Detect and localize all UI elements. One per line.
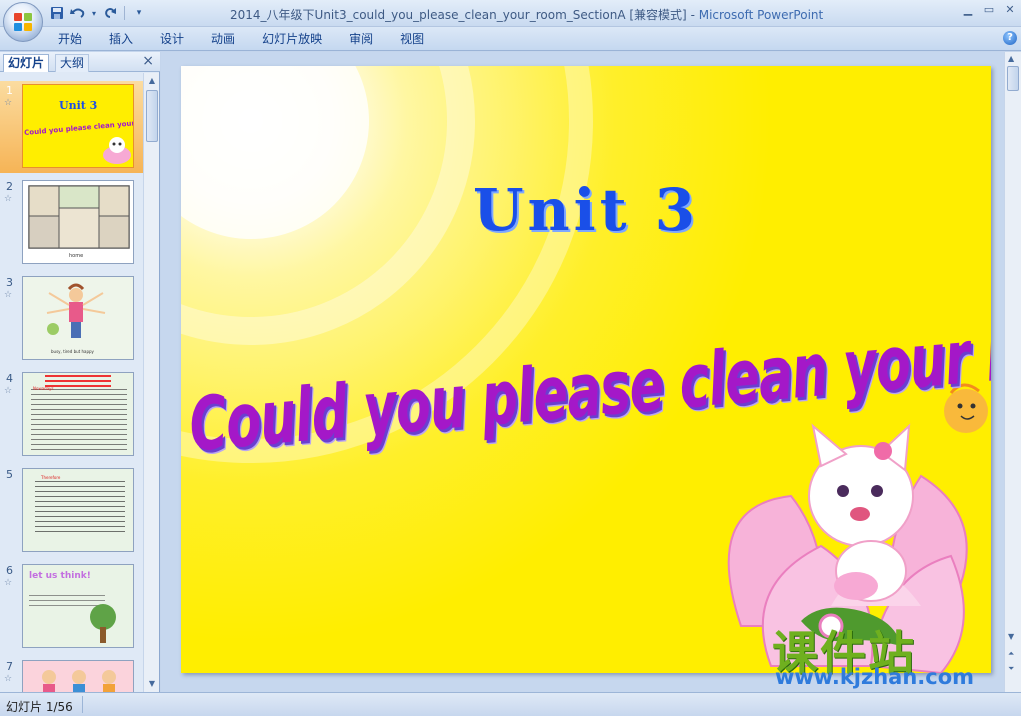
slide-thumbnail[interactable]: 2 ☆ home (0, 177, 143, 269)
slide-subtitle-box[interactable]: Could you please clean your room? (181, 299, 991, 504)
slide-number: 6 (6, 564, 13, 577)
slide-thumbnail[interactable]: 6 ☆ let us think! (0, 561, 143, 653)
thumb-text-lines (35, 481, 125, 533)
thumb-heading-word: let us think! (29, 571, 91, 581)
slide-title[interactable]: Unit 3 (361, 176, 811, 244)
minimize-icon[interactable]: ▁ (959, 2, 977, 18)
title-bar: ▾ ▾ 2014_八年级下Unit3_could_you_please_clea… (0, 0, 1021, 27)
office-logo-icon (14, 13, 33, 32)
help-icon[interactable]: ? (1003, 31, 1017, 45)
animation-star-icon: ☆ (4, 194, 13, 204)
thumbnail-preview: Unit 3 Could you please clean your room? (22, 84, 134, 168)
tab-insert[interactable]: 插入 (109, 31, 146, 47)
slide-number: 1 (6, 84, 13, 97)
tab-design[interactable]: 设计 (160, 31, 197, 47)
app-name: Microsoft PowerPoint (698, 8, 824, 22)
thumbnail-preview: home (22, 180, 134, 264)
slide-number: 4 (6, 372, 13, 385)
animation-star-icon: ☆ (4, 578, 13, 588)
thumb-floorplan-image (28, 185, 130, 249)
tab-slides[interactable]: 幻灯片 (3, 54, 50, 72)
scroll-thumb[interactable] (146, 90, 158, 142)
tab-home[interactable]: 开始 (58, 31, 95, 47)
ribbon-tabs: 开始 插入 设计 动画 幻灯片放映 审阅 视图 (58, 31, 451, 47)
chevron-down-icon[interactable]: ▾ (90, 4, 98, 22)
thumb-caption: busy, tired but happy (51, 349, 94, 354)
thumbnail-preview: let us think! (22, 564, 134, 648)
thumbnail-preview: busy, tired but happy (22, 276, 134, 360)
next-slide-icon[interactable]: ⏷ (1008, 664, 1014, 674)
thumb-title: Unit 3 (59, 99, 98, 112)
slide-number: 5 (6, 468, 13, 481)
quick-access-toolbar: ▾ ▾ (48, 3, 148, 23)
watermark-url: www.kjzhan.com (775, 665, 975, 689)
tab-animation[interactable]: 动画 (211, 31, 248, 47)
office-button[interactable] (3, 2, 43, 42)
slide-number: 2 (6, 180, 13, 193)
scroll-down-icon[interactable]: ▼ (1008, 632, 1014, 641)
thumb-busy-mom-image (46, 283, 106, 338)
slide-editing-area: Unit 3 Could you please clean your room? (161, 52, 1004, 692)
qat-separator (124, 6, 125, 20)
thumb-caption: home (69, 253, 84, 259)
thumbnail-preview: Nowadays (22, 372, 134, 456)
animation-star-icon: ☆ (4, 386, 13, 396)
tab-review[interactable]: 审阅 (349, 31, 386, 47)
slide-thumbnail[interactable]: 1 ☆ Unit 3 Could you please clean your r… (0, 81, 143, 173)
window-controls: ▁ ▭ ✕ (959, 2, 1019, 18)
animation-star-icon: ☆ (4, 290, 13, 300)
customize-icon[interactable]: ▾ (130, 4, 148, 22)
status-bar: 幻灯片 1/56 (0, 692, 1021, 716)
thumbnail-preview (22, 660, 134, 692)
close-icon[interactable]: ✕ (1001, 2, 1019, 18)
animation-star-icon: ☆ (4, 674, 13, 684)
slides-pane: 幻灯片 大纲 × 1 ☆ Unit 3 Could you please cle… (0, 52, 160, 692)
scroll-up-icon[interactable]: ▲ (146, 75, 158, 87)
animation-star-icon: ☆ (4, 98, 13, 108)
title-separator: - (686, 8, 699, 22)
current-slide[interactable]: Unit 3 Could you please clean your room? (181, 66, 991, 673)
close-icon[interactable]: × (142, 53, 154, 69)
window-title: 2014_八年级下Unit3_could_you_please_clean_yo… (230, 6, 823, 23)
slide-thumbnail[interactable]: 5 Therefore (0, 465, 143, 557)
thumb-heading (45, 375, 111, 387)
tab-view[interactable]: 视图 (400, 31, 437, 47)
scroll-down-icon[interactable]: ▼ (146, 678, 158, 690)
slide-thumbnail[interactable]: 3 ☆ busy, tired but happy (0, 273, 143, 365)
thumb-heading-word: Therefore (41, 475, 61, 480)
thumbnail-preview: Therefore (22, 468, 134, 552)
save-icon[interactable] (48, 4, 66, 22)
thumbnails-scrollbar[interactable]: ▲ ▼ (143, 73, 159, 692)
ribbon-tabs-bar: 开始 插入 设计 动画 幻灯片放映 审阅 视图 ? (0, 27, 1021, 51)
slide-thumbnails: 1 ☆ Unit 3 Could you please clean your r… (0, 73, 143, 692)
scroll-up-icon[interactable]: ▲ (1008, 54, 1014, 63)
thumb-tree-image (90, 604, 116, 643)
pane-tabs: 幻灯片 大纲 × (0, 52, 160, 72)
scroll-thumb[interactable] (1007, 66, 1019, 91)
slide-thumbnail[interactable]: 7 ☆ (0, 657, 143, 692)
restore-icon[interactable]: ▭ (980, 2, 998, 18)
thumb-heading-word: Nowadays (33, 386, 54, 391)
slide-number: 7 (6, 660, 13, 673)
thumb-text-lines (31, 389, 127, 451)
tab-outline[interactable]: 大纲 (55, 54, 90, 72)
document-title: 2014_八年级下Unit3_could_you_please_clean_yo… (230, 8, 687, 22)
tab-slideshow[interactable]: 幻灯片放映 (262, 31, 335, 47)
undo-icon[interactable] (69, 4, 87, 22)
status-separator (82, 696, 83, 713)
slide-number: 3 (6, 276, 13, 289)
editor-scrollbar[interactable]: ▲ ▼ ⏶ ⏷ (1004, 52, 1021, 692)
previous-slide-icon[interactable]: ⏶ (1008, 649, 1014, 659)
thumb-kids-image (42, 670, 116, 692)
slide-thumbnail[interactable]: 4 ☆ Nowadays (0, 369, 143, 461)
slide-counter: 幻灯片 1/56 (6, 700, 73, 714)
redo-icon[interactable] (101, 4, 119, 22)
thumb-cat-image (103, 137, 131, 164)
